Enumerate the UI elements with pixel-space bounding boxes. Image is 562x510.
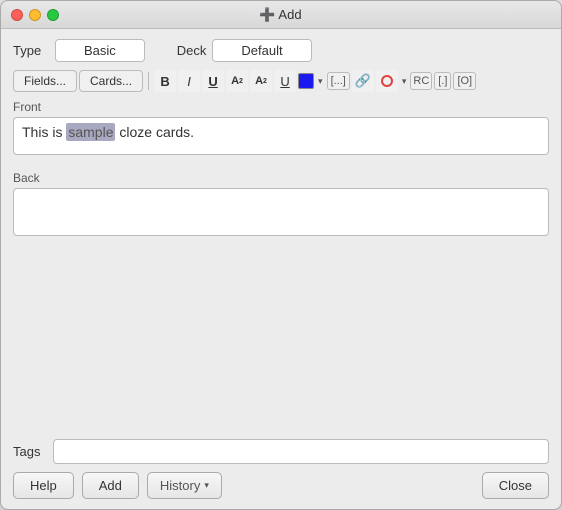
fields-button[interactable]: Fields... — [13, 70, 77, 92]
underline-special-button[interactable]: U — [274, 70, 296, 92]
color-button[interactable] — [298, 73, 314, 89]
record-button[interactable] — [376, 70, 398, 92]
title-bar-content: ➕ Add — [260, 7, 301, 22]
superscript-button[interactable]: A2 — [226, 70, 248, 92]
deck-label: Deck — [177, 43, 207, 58]
history-label: History — [160, 478, 200, 493]
main-window: ➕ Add Type Basic Deck Default Fields... … — [0, 0, 562, 510]
front-field-container: This is sample cloze cards. — [13, 117, 549, 163]
italic-button[interactable]: I — [178, 70, 200, 92]
front-label: Front — [13, 100, 549, 114]
close-button[interactable]: Close — [482, 472, 549, 499]
front-input[interactable]: This is sample cloze cards. — [13, 117, 549, 155]
deck-option-default[interactable]: Default — [213, 40, 310, 61]
rc-button[interactable]: RC — [410, 72, 432, 90]
ellipsis-button[interactable]: [...] — [327, 72, 350, 90]
traffic-lights — [11, 9, 59, 21]
color-dropdown-arrow[interactable]: ▾ — [316, 76, 325, 87]
maximize-traffic-light[interactable] — [47, 9, 59, 21]
record-circle — [381, 75, 393, 87]
bottom-left: Help Add History ▾ — [13, 472, 222, 499]
title-bar: ➕ Add — [1, 1, 561, 29]
sample-highlight: sample — [66, 123, 115, 141]
back-input[interactable] — [13, 188, 549, 236]
cards-button[interactable]: Cards... — [79, 70, 143, 92]
history-button[interactable]: History ▾ — [147, 472, 222, 499]
tags-input[interactable] — [53, 439, 549, 464]
add-button[interactable]: Add — [82, 472, 139, 499]
spacer — [13, 244, 549, 439]
attach-button[interactable]: 🔗 — [352, 70, 374, 92]
add-icon: ➕ — [260, 8, 274, 22]
square-bracket-button[interactable]: [O] — [453, 72, 476, 90]
back-label: Back — [13, 171, 549, 185]
record-dropdown-arrow[interactable]: ▾ — [400, 76, 409, 87]
main-content: Type Basic Deck Default Fields... Cards.… — [1, 29, 561, 509]
type-row: Type Basic Deck Default — [13, 39, 549, 62]
deck-selector: Default — [212, 39, 311, 62]
subscript-button[interactable]: A2 — [250, 70, 272, 92]
bold-button[interactable]: B — [154, 70, 176, 92]
minimize-traffic-light[interactable] — [29, 9, 41, 21]
type-label: Type — [13, 43, 49, 58]
type-selector: Basic — [55, 39, 145, 62]
toolbar-divider-1 — [148, 72, 149, 90]
close-traffic-light[interactable] — [11, 9, 23, 21]
history-arrow: ▾ — [204, 480, 209, 491]
toolbar-row: Fields... Cards... B I U A2 A2 U ▾ [...]… — [13, 70, 549, 92]
type-option-basic[interactable]: Basic — [56, 40, 144, 61]
bottom-row: Help Add History ▾ Close — [13, 472, 549, 499]
underline-button[interactable]: U — [202, 70, 224, 92]
help-button[interactable]: Help — [13, 472, 74, 499]
tags-row: Tags — [13, 439, 549, 464]
tags-label: Tags — [13, 444, 47, 459]
bracket-button[interactable]: [.] — [434, 72, 451, 90]
window-title: Add — [278, 7, 301, 22]
